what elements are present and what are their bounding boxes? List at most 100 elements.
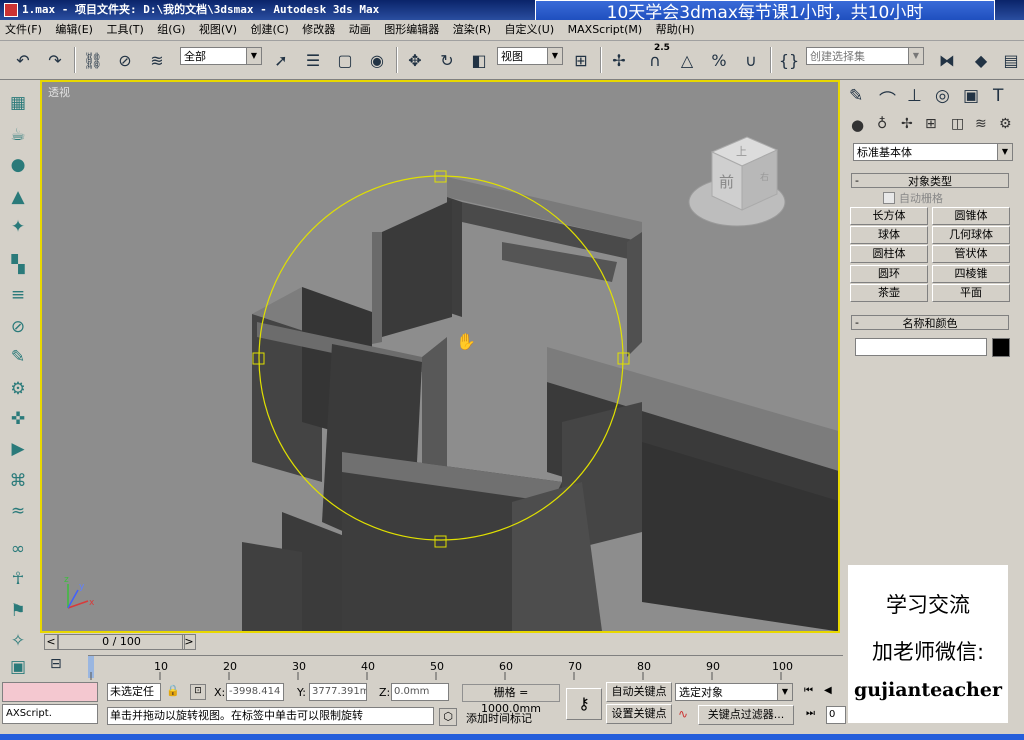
hierarchy-tab-icon[interactable]: ⊥: [907, 86, 922, 106]
cone-icon[interactable]: ▲: [5, 184, 31, 210]
modify-tab-icon[interactable]: ⌒: [879, 86, 896, 111]
utilities-tab-icon[interactable]: T: [993, 86, 1003, 106]
select-link-icon[interactable]: ⛓: [80, 47, 106, 73]
transform-mode-icon[interactable]: ⊡: [190, 684, 206, 700]
torus-button[interactable]: 圆环: [850, 265, 928, 283]
perspective-viewport[interactable]: 透视 ✋ 上 前 右 z x y: [40, 80, 840, 633]
percent-snap-icon[interactable]: %: [706, 47, 732, 73]
display-tab-icon[interactable]: ▣: [963, 86, 979, 106]
window-crossing-icon[interactable]: ◉: [364, 47, 390, 73]
systems-icon[interactable]: ⚙: [999, 116, 1012, 132]
sphere-button[interactable]: 球体: [850, 226, 928, 244]
go-to-start-icon[interactable]: ⏮: [804, 685, 813, 696]
key-filters-curve-icon[interactable]: ∿: [678, 707, 688, 721]
helper-icon[interactable]: ✜: [5, 406, 31, 432]
category-select[interactable]: 标准基本体 ▼: [853, 143, 1013, 161]
auto-key-button[interactable]: 自动关键点: [606, 682, 672, 702]
cameras-icon[interactable]: ⊞: [925, 116, 937, 132]
bind-space-warp-icon[interactable]: ≋: [144, 47, 170, 73]
geometry-icon[interactable]: ●: [851, 116, 864, 134]
geosphere-button[interactable]: 几何球体: [932, 226, 1010, 244]
auto-grid-checkbox[interactable]: [883, 192, 895, 204]
mirror-icon[interactable]: ⧓: [934, 47, 960, 73]
bone-icon[interactable]: ⚑: [5, 598, 31, 624]
particle-icon[interactable]: ✧: [5, 628, 31, 654]
lock-icon[interactable]: 🔒: [166, 684, 180, 697]
light-icon[interactable]: ✎: [5, 344, 31, 370]
menu-rendering[interactable]: 渲染(R): [448, 20, 496, 40]
checker-material-icon[interactable]: ▚: [5, 252, 31, 278]
menu-group[interactable]: 组(G): [152, 20, 190, 40]
pyramid-button[interactable]: 四棱锥: [932, 265, 1010, 283]
select-object-icon[interactable]: ➚: [268, 47, 294, 73]
name-color-rollout[interactable]: - 名称和颜色: [851, 315, 1009, 330]
menu-help[interactable]: 帮助(H): [651, 20, 700, 40]
curve-editor-icon[interactable]: ⊟: [50, 656, 62, 672]
reference-coord-select[interactable]: 视图 ▼: [497, 47, 563, 65]
edit-named-selections-icon[interactable]: {}: [776, 47, 802, 73]
frame-indicator[interactable]: 0 / 100: [58, 634, 185, 650]
viewcube-top-label[interactable]: 上: [736, 145, 747, 158]
plane-button[interactable]: 平面: [932, 284, 1010, 302]
create-box-icon[interactable]: ▦: [5, 90, 31, 116]
maxscript-listener-pink[interactable]: [2, 682, 98, 702]
cone-button[interactable]: 圆锥体: [932, 207, 1010, 225]
rect-selection-icon[interactable]: ▢: [332, 47, 358, 73]
spacewarp-icon[interactable]: ⌘: [5, 468, 31, 494]
undo-icon[interactable]: ↶: [10, 47, 36, 73]
menu-animation[interactable]: 动画: [344, 20, 376, 40]
scale-icon[interactable]: ◧: [466, 47, 492, 73]
render-icon[interactable]: ▣: [5, 654, 31, 680]
teapot-icon[interactable]: ☕: [5, 122, 31, 148]
next-frame-arrow-icon[interactable]: >: [182, 634, 196, 650]
sphere-icon[interactable]: ●: [5, 152, 31, 178]
rotate-icon[interactable]: ↻: [434, 47, 460, 73]
helpers-icon[interactable]: ◫: [951, 116, 964, 132]
tube-icon[interactable]: ⊘: [5, 314, 31, 340]
menu-tools[interactable]: 工具(T): [101, 20, 148, 40]
menu-view[interactable]: 视图(V): [194, 20, 242, 40]
camera-icon[interactable]: ▶: [5, 436, 31, 462]
menu-customize[interactable]: 自定义(U): [500, 20, 560, 40]
track-bar[interactable]: 10 20 30 40 50 60 70 80 90 100: [88, 655, 843, 680]
move-icon[interactable]: ✥: [402, 47, 428, 73]
shapes-icon[interactable]: ♁: [877, 116, 887, 132]
select-by-name-icon[interactable]: ☰: [300, 47, 326, 73]
lights-icon[interactable]: ✢: [901, 116, 913, 132]
selection-filter-select[interactable]: 全部 ▼: [180, 47, 262, 65]
unlink-icon[interactable]: ⊘: [112, 47, 138, 73]
angle-snap-icon[interactable]: △: [674, 47, 700, 73]
object-name-input[interactable]: [855, 338, 987, 356]
add-time-tag[interactable]: 添加时间标记: [466, 710, 532, 726]
menu-maxscript[interactable]: MAXScript(M): [563, 20, 648, 40]
menu-file[interactable]: 文件(F): [0, 20, 47, 40]
teapot-button[interactable]: 茶壶: [850, 284, 928, 302]
star-icon[interactable]: ✦: [5, 214, 31, 240]
time-tag-cube-icon[interactable]: ⬡: [439, 708, 457, 726]
viewcube-front-label[interactable]: 前: [719, 173, 734, 191]
spinner-snap-icon[interactable]: ∪: [738, 47, 764, 73]
app-icon[interactable]: [4, 3, 18, 17]
cylinder-button[interactable]: 圆柱体: [850, 245, 928, 263]
menu-create[interactable]: 创建(C): [246, 20, 294, 40]
tube-button[interactable]: 管状体: [932, 245, 1010, 263]
menu-graph-editors[interactable]: 图形编辑器: [379, 20, 444, 40]
named-selection-select[interactable]: 创建选择集 ▼: [806, 47, 924, 65]
wave-icon[interactable]: ≈: [5, 498, 31, 524]
viewcube-right-label[interactable]: 右: [760, 171, 769, 183]
viewcube[interactable]: 上 前 右: [688, 136, 786, 227]
knot-icon[interactable]: ∞: [5, 536, 31, 562]
key-filters-button[interactable]: 关键点过滤器...: [698, 705, 794, 725]
biped-icon[interactable]: ☥: [5, 566, 31, 592]
spacewarps-icon[interactable]: ≋: [975, 116, 987, 132]
gear-icon[interactable]: ⚙: [5, 376, 31, 402]
prev-frame-arrow-icon[interactable]: <: [44, 634, 58, 650]
menu-modifiers[interactable]: 修改器: [297, 20, 340, 40]
layer-manager-icon[interactable]: ▤: [998, 47, 1024, 73]
manipulate-icon[interactable]: ✢: [606, 47, 632, 73]
stack-icon[interactable]: ≡: [5, 282, 31, 308]
y-coordinate-input[interactable]: 3777.391m: [309, 683, 367, 701]
time-slider[interactable]: < 0 / 100 >: [40, 633, 840, 651]
box-button[interactable]: 长方体: [850, 207, 928, 225]
set-key-button[interactable]: 设置关键点: [606, 704, 672, 724]
